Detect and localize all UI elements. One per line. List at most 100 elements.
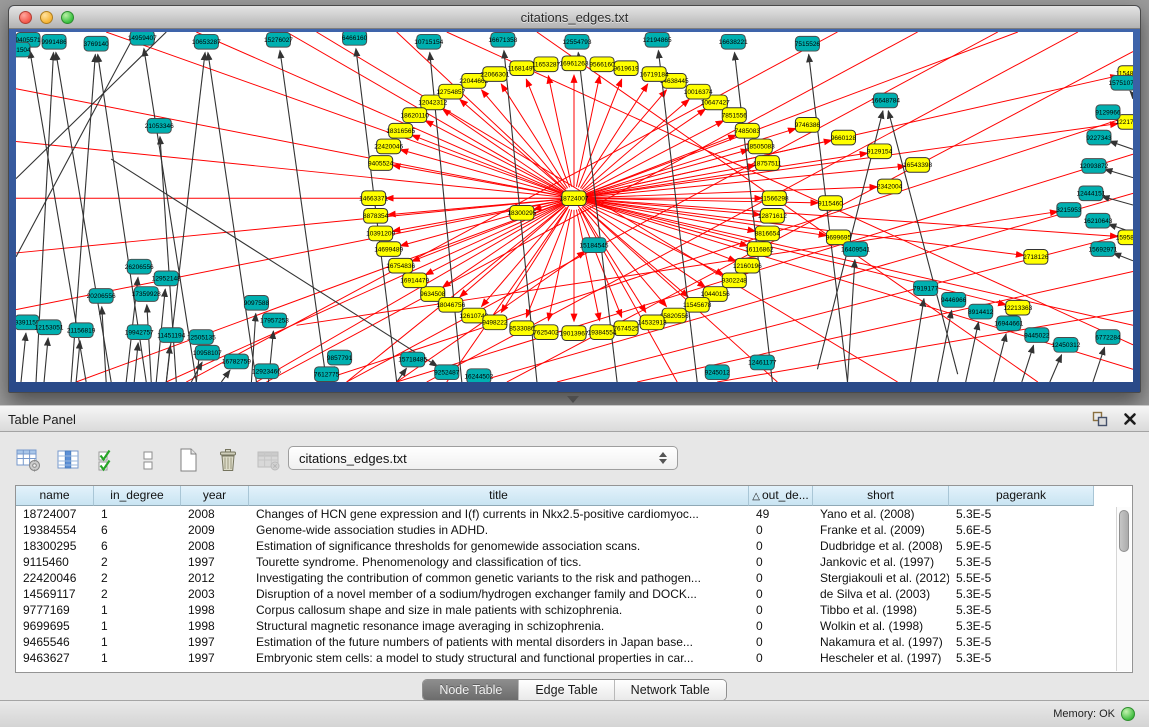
column-header-title[interactable]: title: [249, 486, 749, 506]
graph-node[interactable]: 10715154: [414, 34, 443, 49]
table-cell[interactable]: Disruption of a novel member of a sodium…: [249, 586, 749, 602]
table-cell[interactable]: 1998: [181, 602, 249, 618]
graph-node[interactable]: 16719184: [640, 67, 669, 82]
graph-node[interactable]: 9097588: [244, 295, 270, 310]
delete-table-icon[interactable]: [254, 447, 282, 473]
table-cell[interactable]: 2008: [181, 506, 249, 522]
graph-node[interactable]: 14663371: [359, 191, 388, 206]
table-cell[interactable]: Embryonic stem cells: a model to study s…: [249, 650, 749, 666]
graph-node[interactable]: 2342004: [877, 179, 903, 194]
table-cell[interactable]: Structural magnetic resonance image aver…: [249, 618, 749, 634]
table-cell[interactable]: Wolkin et al. (1998): [813, 618, 949, 634]
graph-node[interactable]: 9857791: [327, 350, 353, 365]
table-cell[interactable]: 14569117: [16, 586, 94, 602]
graph-node[interactable]: 16543398: [903, 158, 932, 173]
graph-node[interactable]: 16409541: [841, 242, 870, 257]
graph-node[interactable]: 16116862: [745, 242, 774, 257]
graph-node[interactable]: 8878354: [363, 208, 389, 223]
table-cell[interactable]: Nakamura et al. (1997): [813, 634, 949, 650]
graph-node[interactable]: 19942757: [125, 325, 154, 340]
table-cell[interactable]: Tourette syndrome. Phenomenology and cla…: [249, 554, 749, 570]
table-row[interactable]: 911546021997Tourette syndrome. Phenomeno…: [16, 554, 1132, 570]
table-row[interactable]: 977716911998Corpus callosum shape and si…: [16, 602, 1132, 618]
graph-node[interactable]: 12213363: [1003, 300, 1032, 315]
table-cell[interactable]: 2003: [181, 586, 249, 602]
table-cell[interactable]: Yano et al. (2008): [813, 506, 949, 522]
table-cell[interactable]: 1: [94, 634, 181, 650]
graph-node[interactable]: 9405524: [368, 156, 394, 171]
graph-node[interactable]: 12871612: [758, 208, 787, 223]
table-cell[interactable]: 5.3E-5: [949, 618, 1094, 634]
table-cell[interactable]: 5.3E-5: [949, 650, 1094, 666]
graph-node[interactable]: 7919177: [913, 281, 939, 296]
table-cell[interactable]: 9465546: [16, 634, 94, 650]
graph-node[interactable]: 12153051: [35, 320, 64, 335]
table-cell[interactable]: 9115460: [16, 554, 94, 570]
table-cell[interactable]: Franke et al. (2009): [813, 522, 949, 538]
tab-network-table[interactable]: Network Table: [615, 680, 726, 700]
column-header-in_degree[interactable]: in_degree: [94, 486, 181, 506]
table-cell[interactable]: Dudbridge et al. (2008): [813, 538, 949, 554]
table-cell[interactable]: 9777169: [16, 602, 94, 618]
table-cell[interactable]: Corpus callosum shape and size in male p…: [249, 602, 749, 618]
graph-node[interactable]: 16944661: [994, 316, 1023, 331]
graph-node[interactable]: 16210643: [1083, 213, 1112, 228]
table-cell[interactable]: Changes of HCN gene expression and I(f) …: [249, 506, 749, 522]
table-cell[interactable]: 19384554: [16, 522, 94, 538]
graph-node[interactable]: 10391209: [366, 226, 395, 241]
table-cell[interactable]: 6: [94, 522, 181, 538]
graph-node[interactable]: 18316565: [386, 123, 415, 138]
graph-node[interactable]: 9566160: [589, 57, 615, 72]
graph-node[interactable]: 9252487: [434, 365, 460, 380]
graph-node[interactable]: 6772284: [1095, 330, 1121, 345]
graph-node[interactable]: 17359928: [132, 287, 161, 302]
table-cell[interactable]: 0: [749, 650, 813, 666]
float-panel-icon[interactable]: [1091, 410, 1109, 428]
table-cell[interactable]: 0: [749, 618, 813, 634]
table-cell[interactable]: 0: [749, 570, 813, 586]
table-cell[interactable]: 1: [94, 602, 181, 618]
graph-node[interactable]: 2718126: [1023, 250, 1049, 265]
graph-node[interactable]: 15958112: [1116, 230, 1133, 245]
table-cell[interactable]: 2008: [181, 538, 249, 554]
graph-node[interactable]: 9746386: [795, 118, 821, 133]
table-cell[interactable]: 0: [749, 634, 813, 650]
graph-node[interactable]: 7515526: [795, 36, 821, 51]
table-cell[interactable]: 0: [749, 554, 813, 570]
graph-node[interactable]: 22066301: [480, 67, 509, 82]
table-cell[interactable]: 5.6E-5: [949, 522, 1094, 538]
graph-node[interactable]: 12093872: [1079, 159, 1108, 174]
table-cell[interactable]: de Silva et al. (2003): [813, 586, 949, 602]
graph-node[interactable]: 10653287: [192, 34, 221, 49]
graph-node[interactable]: 7485083: [735, 123, 761, 138]
table-row[interactable]: 2242004622012Investigating the contribut…: [16, 570, 1132, 586]
table-cell[interactable]: 9699695: [16, 618, 94, 634]
graph-node[interactable]: 16671358: [488, 32, 517, 47]
table-cell[interactable]: 0: [749, 586, 813, 602]
table-row[interactable]: 946362711997Embryonic stem cells: a mode…: [16, 650, 1132, 666]
table-cell[interactable]: 5.3E-5: [949, 586, 1094, 602]
table-cell[interactable]: 5.3E-5: [949, 506, 1094, 522]
table-cell[interactable]: 5.3E-5: [949, 554, 1094, 570]
table-cell[interactable]: 22420046: [16, 570, 94, 586]
graph-node[interactable]: 26206556: [125, 259, 154, 274]
graph-node[interactable]: 12160196: [733, 258, 762, 273]
table-cell[interactable]: 6: [94, 538, 181, 554]
graph-node[interactable]: 15692971: [1088, 242, 1117, 257]
table-cell[interactable]: Investigating the contribution of common…: [249, 570, 749, 586]
graph-node[interactable]: 18046756: [436, 297, 465, 312]
graph-node[interactable]: 9227343: [1086, 130, 1112, 145]
graph-node[interactable]: 9245012: [705, 365, 731, 380]
graph-node[interactable]: 14959407: [128, 32, 157, 45]
graph-node[interactable]: 21053346: [145, 119, 174, 134]
table-cell[interactable]: 2: [94, 554, 181, 570]
graph-node[interactable]: 9115460: [818, 196, 843, 211]
graph-node[interactable]: 7851556: [722, 108, 748, 123]
graph-node[interactable]: 9991486: [41, 34, 67, 49]
network-canvas[interactable]: 1872400718300295115662988816654121601961…: [16, 32, 1133, 382]
graph-node[interactable]: 11566298: [760, 191, 789, 206]
graph-node[interactable]: 14532913: [638, 315, 667, 330]
graph-node[interactable]: 16244502: [464, 369, 493, 382]
panel-splitter-handle[interactable]: [567, 396, 579, 403]
scrollbar-thumb[interactable]: [1119, 510, 1129, 552]
